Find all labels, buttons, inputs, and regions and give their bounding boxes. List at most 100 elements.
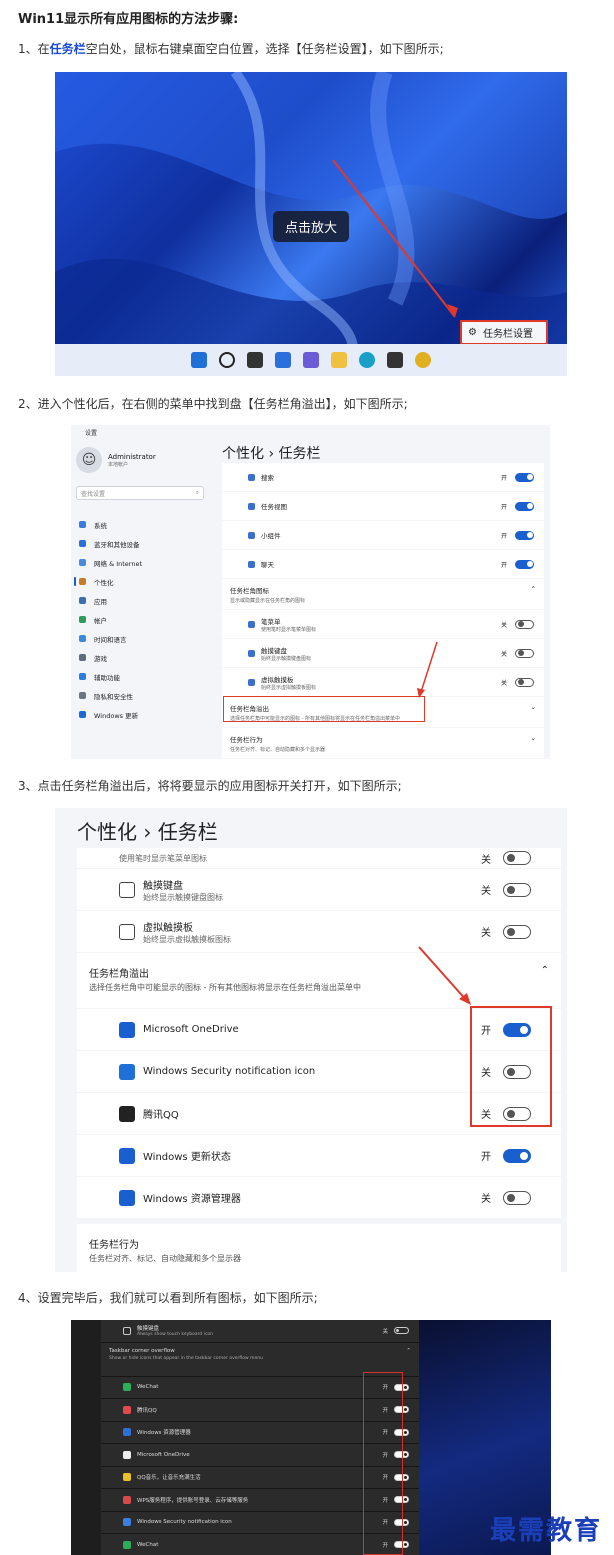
setting-title: WeChat <box>137 1384 159 1391</box>
toggle-state: 关 <box>382 1328 388 1335</box>
widgets-icon[interactable] <box>275 352 291 368</box>
setting-row[interactable]: 虚拟触摸板 始终显示虚拟触摸板图标 关 <box>77 911 561 952</box>
sidebar-item[interactable]: 蓝牙和其他设备 <box>79 534 142 553</box>
setting-row[interactable]: Windows 资源管理器 关 <box>77 1177 561 1218</box>
toggle-switch[interactable] <box>515 648 534 658</box>
toggle-switch[interactable] <box>503 882 531 897</box>
section-header[interactable]: 任务栏行为任务栏对齐、标记、自动隐藏和多个显示器 <box>77 1224 561 1272</box>
setting-row[interactable]: 聊天 开 <box>222 550 544 578</box>
section-header[interactable]: 任务栏行为 任务栏对齐、标记、自动隐藏和多个显示器 ⌄ <box>222 728 544 758</box>
setting-label: 任务视图 <box>248 501 287 511</box>
explorer-icon[interactable] <box>331 352 347 368</box>
sidebar-item-label: 隐私和安全性 <box>94 692 133 701</box>
task-view-icon[interactable] <box>247 352 263 368</box>
windows-icon[interactable] <box>191 352 207 368</box>
setting-row[interactable]: 小组件 开 <box>222 521 544 549</box>
keyboard-icon <box>119 881 135 898</box>
setting-title: Windows Security notification icon <box>137 1519 232 1526</box>
sidebar-item[interactable]: 时间和语言 <box>79 629 142 648</box>
setting-sub: 始终显示触摸键盘图标 <box>261 655 312 662</box>
sidebar-item[interactable]: 个性化 <box>73 572 142 591</box>
setting-row[interactable]: Windows 更新状态 开 <box>77 1135 561 1176</box>
setting-icon <box>248 649 255 657</box>
avatar: ☺ <box>76 447 102 473</box>
sidebar-item-label: 个性化 <box>94 578 114 587</box>
chevron-down-icon[interactable]: ⌄ <box>531 703 536 721</box>
sidebar-item[interactable]: 游戏 <box>79 648 142 667</box>
toggle-state: 关 <box>481 928 491 939</box>
setting-row[interactable]: 任务视图 开 <box>222 492 544 520</box>
toggle-switch[interactable] <box>503 924 531 939</box>
section-sub: 任务栏对齐、标记、自动隐藏和多个显示器 <box>230 747 326 753</box>
toggle-state: 开 <box>481 1152 491 1163</box>
security-icon <box>119 1063 135 1080</box>
setting-title: 虚拟触摸板 <box>143 922 193 934</box>
setting-row[interactable]: 触摸键盘 Always show touch keyboard icon 关 <box>101 1320 419 1343</box>
sidebar-item[interactable]: 辅助功能 <box>79 667 142 686</box>
setting-title: 聊天 <box>261 561 274 569</box>
sidebar-nav: 系统 蓝牙和其他设备 网络 & Internet 个性化应用 帐户 时间和语言游戏辅助功能… <box>73 515 142 724</box>
section-header[interactable]: 任务栏角溢出 选择任务栏角中可能显示的图标 - 所有其他图标将显示在任务栏角溢出菜… <box>77 953 561 1008</box>
app-icon <box>123 1540 131 1549</box>
app-icon <box>123 1405 131 1414</box>
setting-sub: 使用笔时显示笔菜单图标 <box>119 853 207 863</box>
store-icon[interactable] <box>387 352 403 368</box>
chevron-up-icon[interactable]: ⌃ <box>531 585 536 603</box>
setting-label: 笔菜单 使用笔时显示笔菜单图标 <box>248 616 316 633</box>
toggle-switch[interactable] <box>503 1148 531 1163</box>
toggle-switch[interactable] <box>515 501 534 511</box>
section-header[interactable]: 任务栏角图标 显示或隐藏显示在任务栏角的图标 ⌃ <box>222 579 544 609</box>
taskbar-settings-menu-item[interactable]: ⚙ 任务栏设置 <box>460 320 548 345</box>
sidebar-item[interactable]: 帐户 <box>79 610 142 629</box>
section-title: 任务栏行为 <box>89 1240 139 1251</box>
chevron-up-icon[interactable]: ⌃ <box>406 1348 411 1371</box>
zoom-button[interactable]: 点击放大 <box>273 211 350 242</box>
toggle-switch[interactable] <box>515 619 534 629</box>
nav-icon <box>79 673 86 680</box>
setting-row[interactable]: 使用笔时显示笔菜单图标 关 <box>77 848 561 868</box>
setting-sub: 使用笔时显示笔菜单图标 <box>261 626 317 633</box>
setting-row[interactable]: 笔菜单 使用笔时显示笔菜单图标 关 <box>222 610 544 638</box>
sidebar-item[interactable]: Windows 更新 <box>79 705 142 724</box>
chevron-down-icon[interactable]: ⌄ <box>531 734 536 752</box>
toggle-switch[interactable] <box>515 677 534 687</box>
toggle-state: 关 <box>481 854 491 866</box>
chat-icon[interactable] <box>303 352 319 368</box>
chrome-icon[interactable] <box>415 352 431 368</box>
toggle-switch[interactable] <box>503 851 531 865</box>
chevron-up-icon[interactable]: ⌃ <box>541 965 549 996</box>
sidebar-item-label: 辅助功能 <box>94 673 120 682</box>
step-1: 1、在任务栏空白处，鼠标右键桌面空白位置，选择【任务栏设置】，如下图所示; <box>18 42 444 56</box>
edge-icon[interactable] <box>359 352 375 368</box>
sidebar-item[interactable]: 应用 <box>79 591 142 610</box>
sidebar-item-label: 游戏 <box>94 654 107 663</box>
setting-row[interactable]: 触摸键盘 始终显示触摸键盘图标 关 <box>222 639 544 667</box>
setting-row[interactable]: 搜索 开 <box>222 463 544 491</box>
section-sub: 任务栏对齐、标记、自动隐藏和多个显示器 <box>89 1254 241 1263</box>
toggle-switch[interactable] <box>394 1327 409 1335</box>
toggle-switch[interactable] <box>515 559 534 569</box>
nav-icon <box>79 654 86 661</box>
sidebar-item[interactable]: 隐私和安全性 <box>79 686 142 705</box>
sidebar-item-label: Windows 更新 <box>94 711 139 720</box>
section-title: Taskbar corner overflow <box>109 1347 175 1354</box>
user-card[interactable]: ☺ Administrator 本地帐户 <box>76 447 156 473</box>
setting-sub: 始终显示虚拟触摸板图标 <box>143 934 231 944</box>
toggle-switch[interactable] <box>515 472 534 482</box>
qq-icon <box>119 1105 135 1122</box>
search-icon[interactable] <box>219 352 235 368</box>
taskbar-link[interactable]: 任务栏 <box>50 42 86 56</box>
search-input[interactable]: 查找设置 ⌕ <box>76 486 204 500</box>
setting-title: 小组件 <box>261 532 281 540</box>
setting-row[interactable]: 触摸键盘 始终显示触摸键盘图标 关 <box>77 869 561 910</box>
sidebar-item[interactable]: 网络 & Internet <box>79 553 142 572</box>
setting-icon <box>248 620 255 628</box>
nav-icon <box>79 711 86 718</box>
sidebar-item[interactable]: 系统 <box>79 515 142 534</box>
setting-title: 虚拟触摸板 <box>261 675 294 684</box>
toggle-switch[interactable] <box>503 1190 531 1205</box>
toggle-switch[interactable] <box>515 530 534 540</box>
dark-settings-screenshot: 触摸键盘 Always show touch keyboard icon 关 Task… <box>71 1320 551 1555</box>
setting-row[interactable]: 虚拟触摸板 始终显示虚拟触摸板图标 关 <box>222 668 544 696</box>
setting-label: 聊天 <box>248 559 274 569</box>
